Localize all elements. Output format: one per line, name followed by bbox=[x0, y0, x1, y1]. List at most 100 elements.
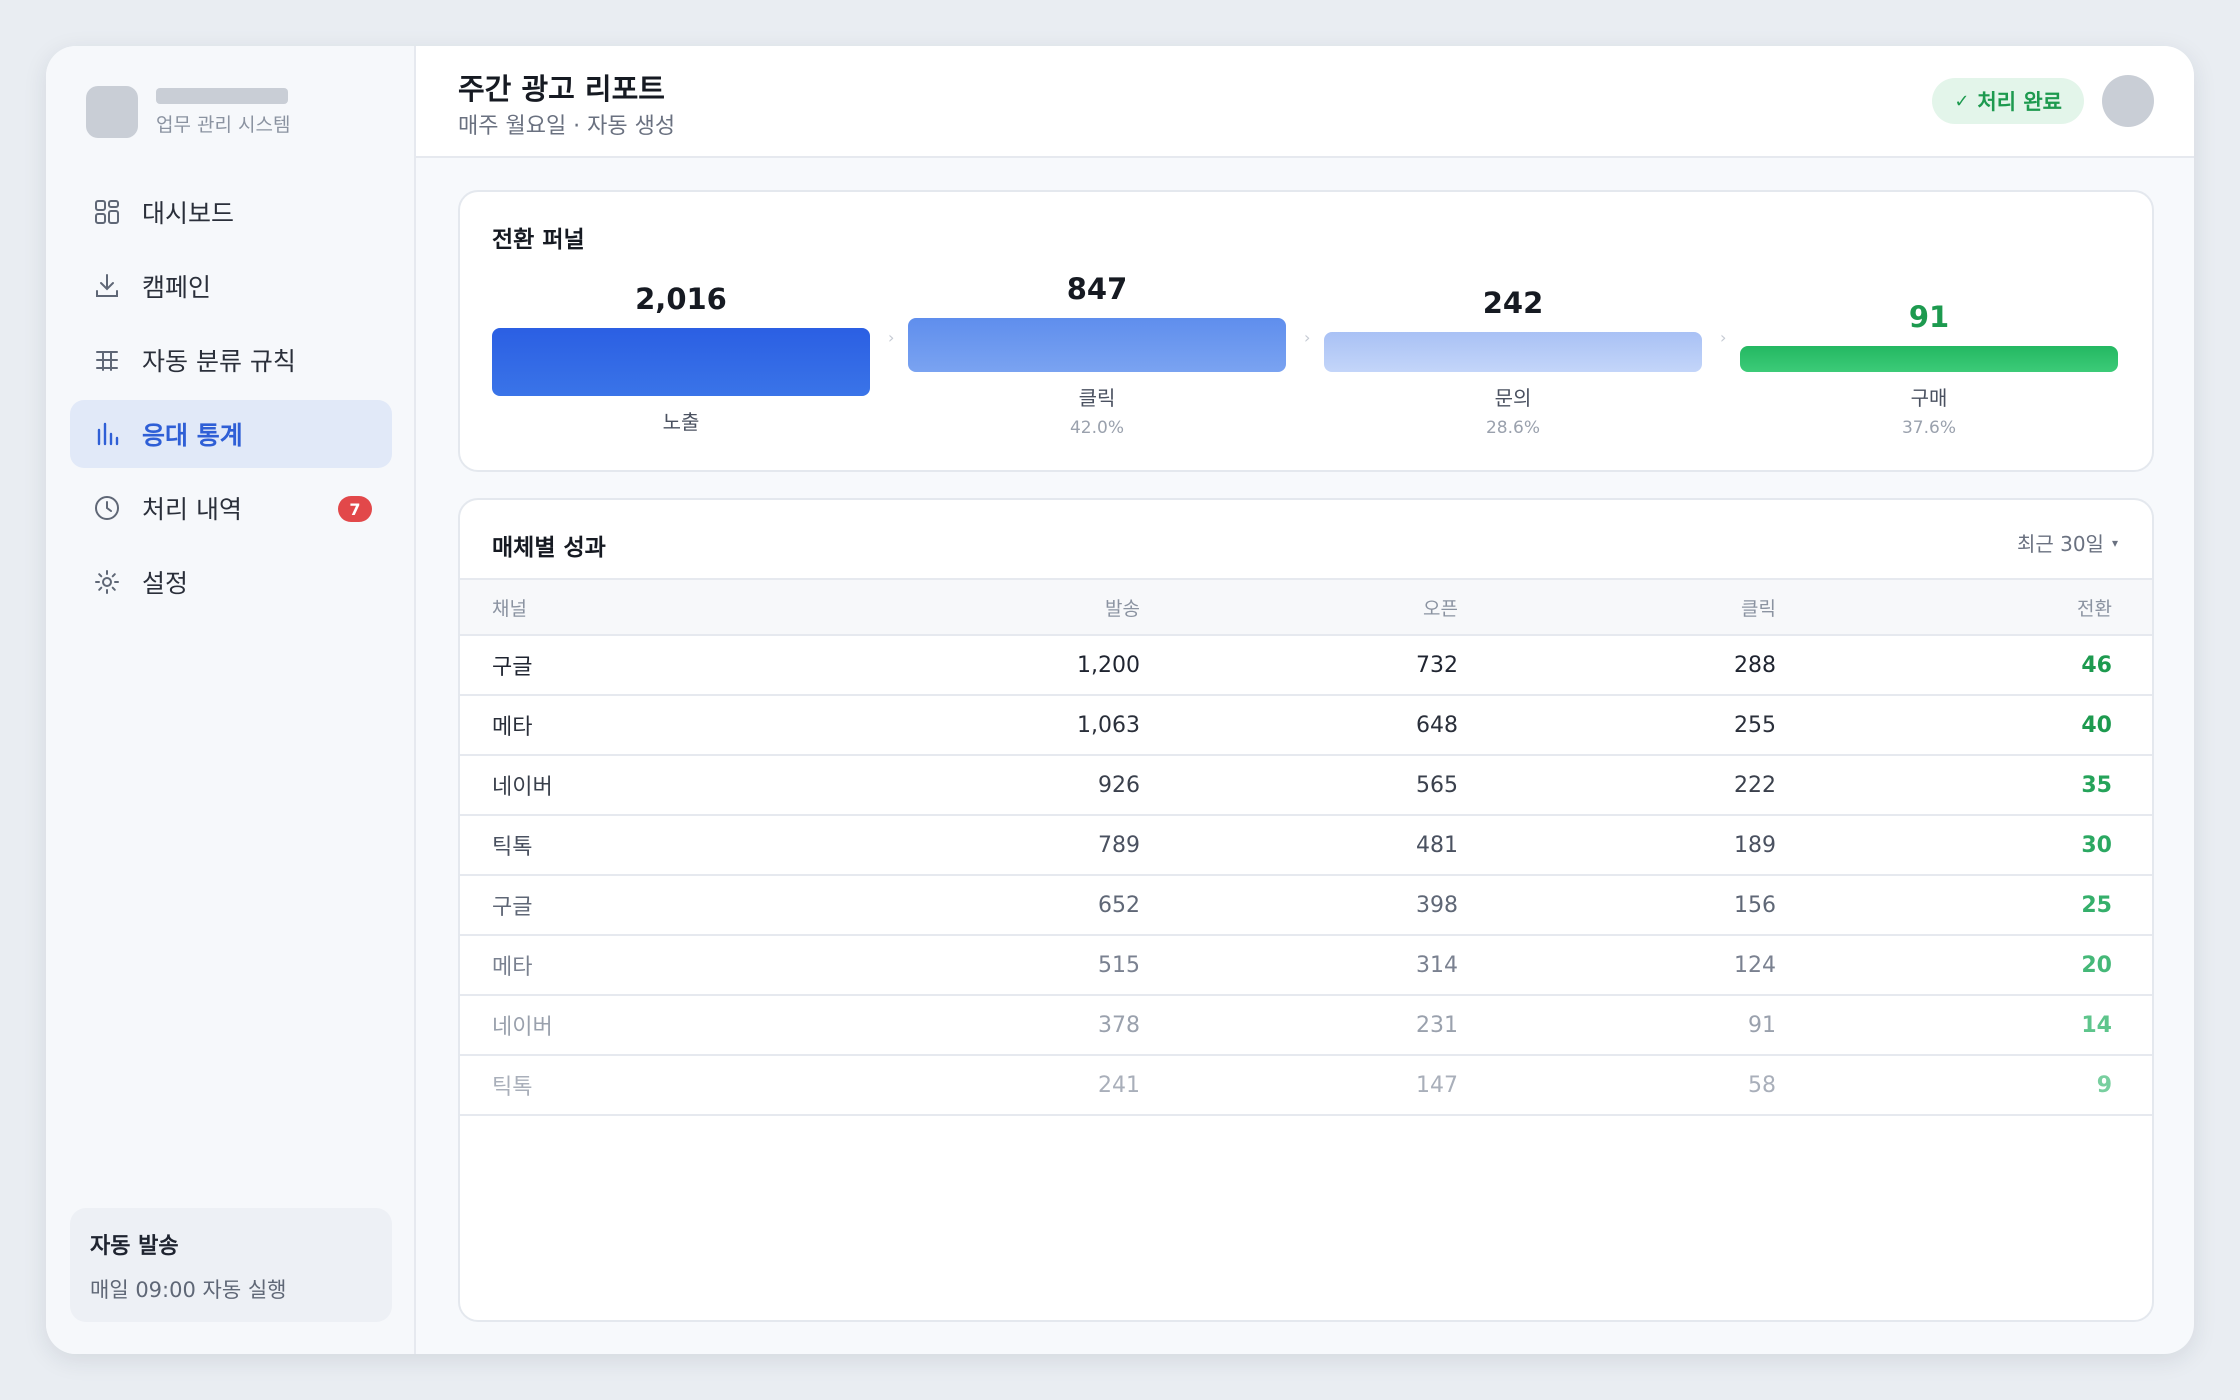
sidebar-item-dashboard[interactable]: 대시보드 bbox=[70, 178, 392, 246]
metric-cell: 124 bbox=[1734, 952, 1776, 978]
app-window: 업무 관리 시스템 대시보드 캠페인 자동 분류 규칙 응대 통계 처리 내역 … bbox=[46, 46, 2194, 1354]
metric-cell: 9 bbox=[2096, 1072, 2112, 1098]
brand-logo bbox=[86, 86, 138, 138]
sidebar-item-stats[interactable]: 응대 통계 bbox=[70, 400, 392, 468]
performance-table: 채널 발송 오픈 클릭 전환 구글 1,200 732 288 46 메타 1,063 648… bbox=[460, 578, 2152, 1116]
sidebar-item-label: 캠페인 bbox=[142, 273, 212, 302]
channel-cell: 구글 bbox=[492, 895, 533, 920]
brand-name-placeholder bbox=[156, 87, 288, 104]
sidebar-item-label: 대시보드 bbox=[142, 199, 235, 228]
auto-send-card: 자동 발송 매일 09:00 자동 실행 bbox=[70, 1208, 392, 1322]
table-row[interactable]: 네이버 378 231 91 14 bbox=[460, 996, 2152, 1056]
table-row[interactable]: 구글 1,200 732 288 46 bbox=[460, 636, 2152, 696]
metric-cell: 565 bbox=[1416, 772, 1458, 798]
metric-cell: 40 bbox=[2081, 712, 2112, 738]
metric-cell: 378 bbox=[1098, 1012, 1140, 1038]
status-badge: ✓ 처리 완료 bbox=[1932, 78, 2084, 124]
table-row[interactable]: 틱톡 241 147 58 9 bbox=[460, 1056, 2152, 1116]
metric-cell: 46 bbox=[2081, 652, 2112, 678]
metric-cell: 314 bbox=[1416, 952, 1458, 978]
metric-cell: 222 bbox=[1734, 772, 1776, 798]
stage-label: 구매 bbox=[1910, 386, 1948, 410]
brand-subtitle: 업무 관리 시스템 bbox=[156, 113, 291, 136]
stage-value: 91 bbox=[1908, 300, 1950, 334]
stage-bar bbox=[1740, 346, 2118, 372]
chevron-right-icon: › bbox=[888, 328, 895, 347]
table-row[interactable]: 메타 1,063 648 255 40 bbox=[460, 696, 2152, 756]
sidebar-item-label: 응대 통계 bbox=[142, 421, 243, 450]
channel-cell: 네이버 bbox=[492, 1015, 553, 1040]
metric-cell: 14 bbox=[2081, 1012, 2112, 1038]
column-header[interactable]: 전환 bbox=[1776, 594, 2112, 621]
table-row[interactable]: 메타 515 314 124 20 bbox=[460, 936, 2152, 996]
funnel-card: 전환 퍼널 2,016 노출 › 847 클릭 42.0% › 242 문의 2… bbox=[458, 190, 2154, 472]
stage-label: 노출 bbox=[662, 410, 700, 434]
page-header: 주간 광고 리포트 매주 월요일 · 자동 생성 ✓ 처리 완료 bbox=[416, 46, 2194, 158]
stage-pct: 42.0% bbox=[1069, 418, 1124, 438]
metric-cell: 789 bbox=[1098, 832, 1140, 858]
chevron-right-icon: › bbox=[1304, 328, 1311, 347]
grid-icon bbox=[92, 197, 122, 227]
gear-icon bbox=[92, 567, 122, 597]
metric-cell: 20 bbox=[2081, 952, 2112, 978]
metric-cell: 398 bbox=[1416, 892, 1458, 918]
metric-cell: 231 bbox=[1416, 1012, 1458, 1038]
metric-cell: 35 bbox=[2081, 772, 2112, 798]
metric-cell: 25 bbox=[2081, 892, 2112, 918]
channel-cell: 메타 bbox=[492, 955, 533, 980]
bar-chart-icon bbox=[92, 419, 122, 449]
column-header[interactable]: 오픈 bbox=[1140, 594, 1458, 621]
caret-down-icon: ▾ bbox=[2111, 535, 2118, 550]
auto-send-title: 자동 발송 bbox=[90, 1234, 179, 1259]
column-header[interactable]: 채널 bbox=[460, 594, 960, 621]
status-label: 처리 완료 bbox=[1977, 90, 2062, 114]
table-row[interactable]: 구글 652 398 156 25 bbox=[460, 876, 2152, 936]
stage-bar bbox=[1324, 332, 1702, 372]
table-icon bbox=[92, 345, 122, 375]
table-row[interactable]: 틱톡 789 481 189 30 bbox=[460, 816, 2152, 876]
sidebar-item-auto-rules[interactable]: 자동 분류 규칙 bbox=[70, 326, 392, 394]
auto-send-schedule: 매일 09:00 자동 실행 bbox=[90, 1278, 287, 1302]
avatar[interactable] bbox=[2102, 75, 2154, 127]
sidebar-item-label: 자동 분류 규칙 bbox=[142, 347, 296, 376]
stage-value: 2,016 bbox=[635, 282, 727, 316]
sidebar-nav: 대시보드 캠페인 자동 분류 규칙 응대 통계 처리 내역 7 설정 bbox=[70, 178, 392, 622]
sidebar: 업무 관리 시스템 대시보드 캠페인 자동 분류 규칙 응대 통계 처리 내역 … bbox=[46, 46, 416, 1354]
sidebar-item-settings[interactable]: 설정 bbox=[70, 548, 392, 616]
stage-value: 847 bbox=[1066, 272, 1128, 306]
stage-value: 242 bbox=[1482, 286, 1544, 320]
stage-bar bbox=[908, 318, 1286, 372]
stage-pct: 37.6% bbox=[1901, 418, 1956, 438]
sidebar-item-history[interactable]: 처리 내역 7 bbox=[70, 474, 392, 542]
channel-performance-card: 매체별 성과 최근 30일 ▾ 채널 발송 오픈 클릭 전환 구글 1,200 73… bbox=[458, 498, 2154, 1322]
metric-cell: 255 bbox=[1734, 712, 1776, 738]
table-row[interactable]: 네이버 926 565 222 35 bbox=[460, 756, 2152, 816]
metric-cell: 58 bbox=[1748, 1072, 1776, 1098]
sidebar-item-label: 설정 bbox=[142, 569, 189, 598]
sidebar-item-campaign[interactable]: 캠페인 bbox=[70, 252, 392, 320]
metric-cell: 481 bbox=[1416, 832, 1458, 858]
clock-icon bbox=[92, 493, 122, 523]
notification-badge: 7 bbox=[338, 496, 372, 522]
sidebar-item-label: 처리 내역 bbox=[142, 495, 242, 524]
table-body: 구글 1,200 732 288 46 메타 1,063 648 255 40 네이버 926 565 2… bbox=[460, 636, 2152, 1116]
column-header[interactable]: 클릭 bbox=[1458, 594, 1776, 621]
metric-cell: 515 bbox=[1098, 952, 1140, 978]
channel-cell: 구글 bbox=[492, 655, 533, 680]
metric-cell: 288 bbox=[1734, 652, 1776, 678]
stage-pct: 28.6% bbox=[1485, 418, 1540, 438]
column-header[interactable]: 발송 bbox=[960, 594, 1140, 621]
check-icon: ✓ bbox=[1954, 90, 1970, 112]
metric-cell: 732 bbox=[1416, 652, 1458, 678]
metric-cell: 1,063 bbox=[1077, 712, 1140, 738]
metric-cell: 189 bbox=[1734, 832, 1776, 858]
period-filter-label: 최근 30일 bbox=[2016, 532, 2104, 556]
page-title: 주간 광고 리포트 bbox=[458, 72, 665, 106]
metric-cell: 91 bbox=[1748, 1012, 1776, 1038]
metric-cell: 156 bbox=[1734, 892, 1776, 918]
channel-cell: 틱톡 bbox=[492, 835, 533, 860]
metric-cell: 30 bbox=[2081, 832, 2112, 858]
period-filter-dropdown[interactable]: 최근 30일 ▾ bbox=[2017, 528, 2118, 557]
stage-bar bbox=[492, 328, 870, 396]
funnel-title: 전환 퍼널 bbox=[492, 227, 585, 253]
